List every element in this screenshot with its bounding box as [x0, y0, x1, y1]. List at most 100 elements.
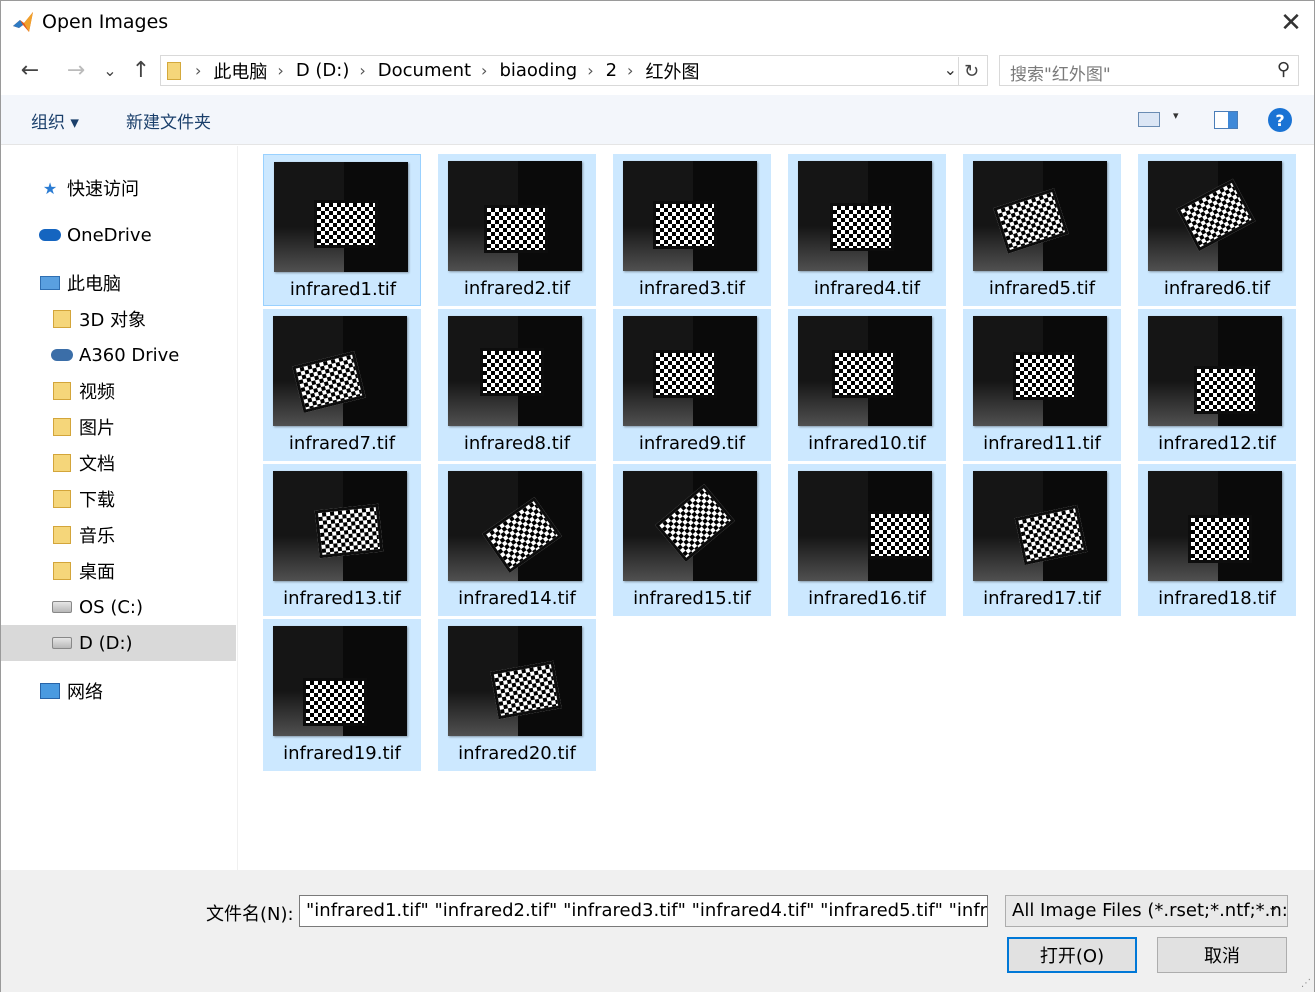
file-item[interactable]: infrared5.tif	[963, 154, 1121, 306]
change-view-icon[interactable]	[1138, 112, 1160, 127]
file-name: infrared4.tif	[813, 278, 921, 299]
file-item[interactable]: infrared16.tif	[788, 464, 946, 616]
sidebar-item[interactable]: 音乐	[1, 517, 236, 553]
sidebar-item[interactable]: D (D:)	[1, 625, 236, 661]
forward-button[interactable]: →	[63, 57, 89, 83]
sidebar-item[interactable]: 网络	[1, 673, 236, 709]
file-item[interactable]: infrared19.tif	[263, 619, 421, 771]
file-name: infrared18.tif	[1158, 588, 1276, 609]
help-icon[interactable]: ?	[1268, 108, 1292, 132]
breadcrumb-item[interactable]: › Document	[359, 60, 475, 81]
sidebar-item[interactable]: 文档	[1, 445, 236, 481]
sidebar-item[interactable]: 下载	[1, 481, 236, 517]
sidebar-item[interactable]: OneDrive	[1, 217, 236, 253]
file-item[interactable]: infrared17.tif	[963, 464, 1121, 616]
sidebar-item[interactable]: OS (C:)	[1, 589, 236, 625]
file-item[interactable]: infrared2.tif	[438, 154, 596, 306]
file-name: infrared15.tif	[633, 588, 751, 609]
breadcrumb-item[interactable]: › 2	[587, 60, 621, 81]
breadcrumb-item[interactable]: › biaoding	[481, 60, 581, 81]
file-name: infrared11.tif	[983, 433, 1101, 454]
breadcrumb-label[interactable]: 红外图	[645, 58, 699, 84]
file-item[interactable]: infrared11.tif	[963, 309, 1121, 461]
refresh-button[interactable]: ↻	[958, 57, 984, 85]
file-name: infrared19.tif	[283, 743, 401, 764]
file-item[interactable]: infrared8.tif	[438, 309, 596, 461]
resize-grip-icon[interactable]: ⋰	[1301, 978, 1311, 989]
file-item[interactable]: infrared7.tif	[263, 309, 421, 461]
sidebar-item[interactable]: 图片	[1, 409, 236, 445]
file-item[interactable]: infrared1.tif	[263, 154, 421, 306]
search-box[interactable]: 搜索"红外图" ⚲	[999, 55, 1299, 86]
sidebar-item-label: 3D 对象	[79, 310, 147, 331]
image-thumbnail	[973, 316, 1107, 426]
file-item[interactable]: infrared20.tif	[438, 619, 596, 771]
breadcrumb-label[interactable]: 2	[606, 60, 617, 81]
address-bar[interactable]: › 此电脑 › D (D:) › Document › biaoding › 2 › 红外图 ⌄ ↻	[160, 55, 988, 86]
address-dropdown-button[interactable]: ⌄	[944, 60, 957, 79]
sidebar-item[interactable]: 此电脑	[1, 265, 236, 301]
file-item[interactable]: infrared10.tif	[788, 309, 946, 461]
sidebar-item[interactable]: 3D 对象	[1, 301, 236, 337]
image-thumbnail	[274, 162, 408, 272]
new-folder-button[interactable]: 新建文件夹	[126, 108, 211, 133]
sidebar-item-label: 网络	[67, 682, 103, 703]
file-item[interactable]: infrared3.tif	[613, 154, 771, 306]
file-item[interactable]: infrared12.tif	[1138, 309, 1296, 461]
search-icon[interactable]: ⚲	[1277, 59, 1290, 80]
file-item[interactable]: infrared6.tif	[1138, 154, 1296, 306]
a360-icon	[51, 345, 73, 365]
image-thumbnail	[448, 161, 582, 271]
breadcrumb-item[interactable]: › D (D:)	[277, 60, 353, 81]
chevron-right-icon[interactable]: ›	[587, 61, 593, 80]
sidebar-item[interactable]: ★ 快速访问	[1, 170, 236, 206]
file-item[interactable]: infrared18.tif	[1138, 464, 1296, 616]
breadcrumb-item[interactable]: › 红外图	[627, 58, 703, 84]
chevron-right-icon[interactable]: ›	[481, 61, 487, 80]
cancel-button[interactable]: 取消	[1157, 937, 1287, 973]
up-button[interactable]: ↑	[128, 57, 154, 83]
file-item[interactable]: infrared13.tif	[263, 464, 421, 616]
image-thumbnail	[623, 316, 757, 426]
image-thumbnail	[973, 471, 1107, 581]
sidebar-item[interactable]: 视频	[1, 373, 236, 409]
folder-icon	[51, 309, 73, 329]
chevron-right-icon[interactable]: ›	[359, 61, 365, 80]
recent-locations-button[interactable]: ⌄	[97, 57, 123, 83]
breadcrumb-label[interactable]: biaoding	[499, 60, 577, 81]
network-icon	[39, 681, 61, 701]
breadcrumb-label[interactable]: 此电脑	[213, 58, 267, 84]
sidebar-item[interactable]: A360 Drive	[1, 337, 236, 373]
image-thumbnail	[798, 471, 932, 581]
file-item[interactable]: infrared15.tif	[613, 464, 771, 616]
file-name: infrared2.tif	[463, 278, 571, 299]
breadcrumb-label[interactable]: D (D:)	[296, 60, 350, 81]
computer-icon	[39, 273, 61, 293]
close-button[interactable]: ✕	[1268, 1, 1314, 45]
sidebar-item-label: 快速访问	[67, 179, 139, 200]
search-input[interactable]: 搜索"红外图"	[1010, 60, 1111, 85]
view-options-button[interactable]: ▾	[1173, 109, 1179, 122]
preview-pane-icon[interactable]	[1214, 111, 1238, 129]
chevron-right-icon[interactable]: ›	[277, 61, 283, 80]
organize-button[interactable]: 组织 ▾	[31, 108, 79, 133]
sidebar-item[interactable]: 桌面	[1, 553, 236, 589]
checkerboard-target	[832, 350, 896, 398]
file-name: infrared3.tif	[638, 278, 746, 299]
chevron-right-icon[interactable]: ›	[195, 61, 201, 80]
file-name: infrared1.tif	[289, 279, 397, 300]
filetype-select[interactable]: All Image Files (*.rset;*.ntf;*.n: ⌄	[1005, 895, 1288, 927]
breadcrumb-item[interactable]: › 此电脑	[195, 58, 271, 84]
filename-input[interactable]: "infrared1.tif" "infrared2.tif" "infrare…	[299, 895, 988, 927]
chevron-right-icon[interactable]: ›	[627, 61, 633, 80]
back-button[interactable]: ←	[17, 57, 43, 83]
breadcrumb-label[interactable]: Document	[378, 60, 471, 81]
open-button[interactable]: 打开(O)	[1007, 937, 1137, 973]
file-item[interactable]: infrared4.tif	[788, 154, 946, 306]
sidebar-item-label: 图片	[79, 418, 115, 439]
checkerboard-target	[303, 678, 367, 726]
file-item[interactable]: infrared14.tif	[438, 464, 596, 616]
checkerboard-target	[314, 503, 384, 559]
pictures-folder-icon	[51, 417, 73, 437]
file-item[interactable]: infrared9.tif	[613, 309, 771, 461]
